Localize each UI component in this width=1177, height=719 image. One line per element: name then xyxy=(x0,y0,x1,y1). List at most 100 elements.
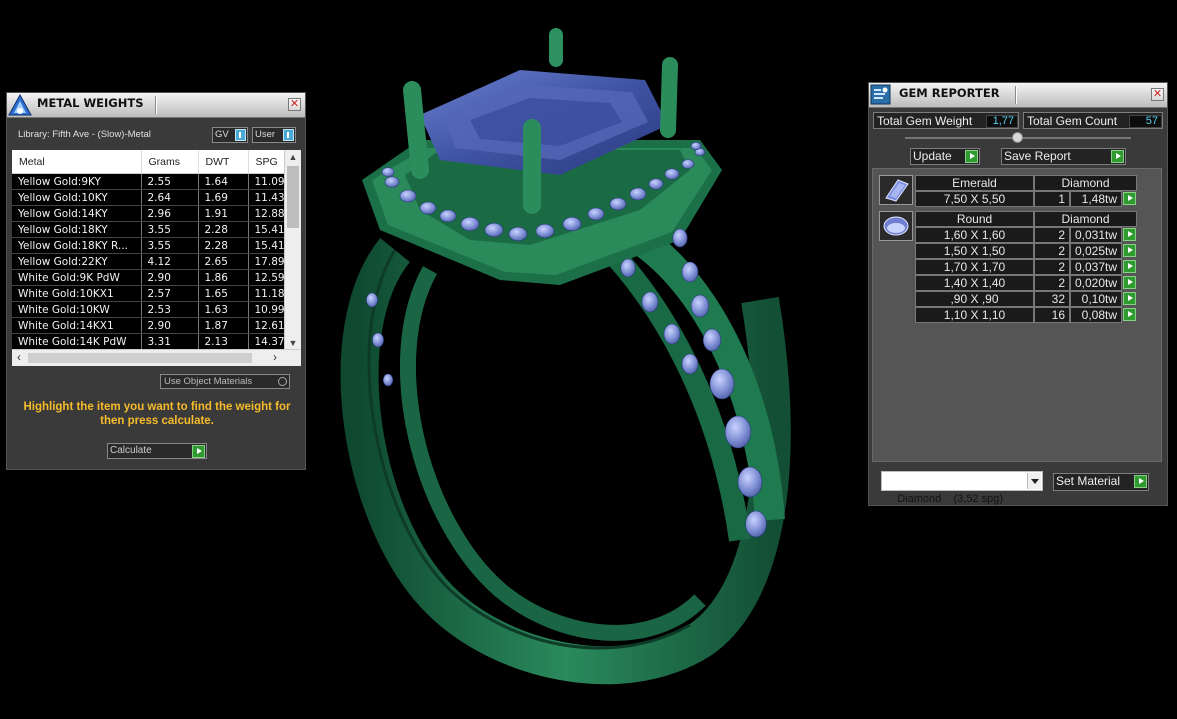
spg-cell: 15.41 xyxy=(248,237,286,254)
spg-cell: 10.99 xyxy=(248,301,286,318)
accent-gem xyxy=(745,510,767,538)
accent-gem xyxy=(690,141,702,151)
vertical-scrollbar[interactable]: ▲ ▼ xyxy=(284,150,301,350)
accent-gem xyxy=(381,167,395,177)
play-arrow-icon[interactable] xyxy=(1134,475,1147,488)
metal-name-cell: Yellow Gold:22KY xyxy=(12,253,142,270)
gem-shape-header: Round xyxy=(915,211,1034,227)
horizontal-scroll-thumb[interactable] xyxy=(28,353,252,363)
instruction-text: Highlight the item you want to find the … xyxy=(23,401,291,427)
spg-cell: 14.37 xyxy=(248,333,286,350)
user-toggle[interactable]: User xyxy=(252,127,296,143)
table-row[interactable]: White Gold:14K PdW 3.31 2.13 14.37 xyxy=(12,333,286,350)
gem-reporter-icon xyxy=(870,84,891,105)
table-row[interactable]: White Gold:10KW 2.53 1.63 10.99 xyxy=(12,301,286,318)
calculate-button[interactable]: Calculate xyxy=(107,443,207,459)
dwt-cell: 1.65 xyxy=(198,285,249,302)
emerald-cut-gem-icon[interactable] xyxy=(879,175,913,205)
metal-weights-panel: METAL WEIGHTS ✕ Library: Fifth Ave - (Sl… xyxy=(6,92,306,470)
gv-toggle-button[interactable] xyxy=(235,129,246,141)
accent-gem xyxy=(366,292,378,308)
gem-reporter-titlebar[interactable]: GEM REPORTER ✕ xyxy=(869,83,1167,108)
scroll-down-arrow-icon[interactable]: ▼ xyxy=(285,336,301,350)
select-gems-arrow-icon[interactable] xyxy=(1123,260,1136,273)
spg-cell: 11.18 xyxy=(248,285,286,302)
gem-material-header: Diamond xyxy=(1034,211,1137,227)
save-report-label: Save Report xyxy=(1004,149,1071,163)
gem-size-cell: 1,50 X 1,50 xyxy=(915,243,1034,259)
table-row[interactable]: Yellow Gold:18KY 3.55 2.28 15.41 xyxy=(12,221,286,238)
accent-gem xyxy=(384,176,400,188)
material-select[interactable]: Diamond (3,52 spg) xyxy=(881,471,1043,505)
dwt-cell: 2.65 xyxy=(198,253,249,270)
gem-count-cell: 32 xyxy=(1034,291,1070,307)
select-gems-arrow-icon[interactable] xyxy=(1123,308,1136,321)
accent-gem xyxy=(664,168,680,180)
accent-gem xyxy=(620,258,636,278)
vertical-scroll-thumb[interactable] xyxy=(287,166,299,228)
gem-count-cell: 2 xyxy=(1034,259,1070,275)
grams-cell: 4.12 xyxy=(141,253,199,270)
accent-gem xyxy=(629,187,647,201)
library-label: Library: Fifth Ave - (Slow)-Metal xyxy=(18,129,151,140)
select-gems-arrow-icon[interactable] xyxy=(1123,192,1136,205)
accent-gem xyxy=(372,332,384,348)
metal-name-cell: Yellow Gold:18KY xyxy=(12,221,142,238)
column-header-metal[interactable]: Metal xyxy=(12,150,142,174)
close-button[interactable]: ✕ xyxy=(1151,88,1164,101)
metal-name-cell: White Gold:9K PdW xyxy=(12,269,142,286)
table-row[interactable]: Yellow Gold:22KY 4.12 2.65 17.89 xyxy=(12,253,286,270)
table-row[interactable]: Yellow Gold:14KY 2.96 1.91 12.88 xyxy=(12,205,286,222)
metal-weights-titlebar[interactable]: METAL WEIGHTS ✕ xyxy=(7,93,305,118)
radio-icon[interactable] xyxy=(278,377,287,386)
column-header-spg[interactable]: SPG xyxy=(248,150,286,174)
gem-weight-cell: 0,10tw xyxy=(1070,291,1122,307)
horizontal-scrollbar[interactable]: ‹ › xyxy=(12,349,301,366)
slider-knob[interactable] xyxy=(1012,132,1023,143)
close-button[interactable]: ✕ xyxy=(288,98,301,111)
user-toggle-label: User xyxy=(255,129,276,140)
total-gem-weight-value: 1,77 xyxy=(986,115,1018,128)
grams-cell: 3.55 xyxy=(141,221,199,238)
play-arrow-icon[interactable] xyxy=(965,150,978,163)
select-gems-arrow-icon[interactable] xyxy=(1123,244,1136,257)
gem-reporter-title: GEM REPORTER xyxy=(899,86,1000,100)
table-row[interactable]: White Gold:14KX1 2.90 1.87 12.61 xyxy=(12,317,286,334)
table-row[interactable]: Yellow Gold:10KY 2.64 1.69 11.43 xyxy=(12,189,286,206)
update-button[interactable]: Update xyxy=(910,148,980,165)
scroll-right-arrow-icon[interactable]: › xyxy=(268,350,282,365)
scroll-left-arrow-icon[interactable]: ‹ xyxy=(12,350,26,365)
metal-name-cell: White Gold:10KX1 xyxy=(12,285,142,302)
scroll-up-arrow-icon[interactable]: ▲ xyxy=(285,150,301,164)
table-row[interactable]: White Gold:10KX1 2.57 1.65 11.18 xyxy=(12,285,286,302)
play-arrow-icon[interactable] xyxy=(1111,150,1124,163)
select-gems-arrow-icon[interactable] xyxy=(1123,292,1136,305)
accent-gem xyxy=(562,216,582,232)
metal-name-cell: Yellow Gold:14KY xyxy=(12,205,142,222)
select-gems-arrow-icon[interactable] xyxy=(1123,276,1136,289)
round-gem-icon[interactable] xyxy=(879,211,913,241)
set-material-button[interactable]: Set Material xyxy=(1053,473,1149,491)
chevron-down-icon[interactable] xyxy=(1027,473,1041,489)
table-row[interactable]: Yellow Gold:18KY R... 3.55 2.28 15.41 xyxy=(12,237,286,254)
column-header-dwt[interactable]: DWT xyxy=(198,150,249,174)
total-gem-weight-label: Total Gem Weight xyxy=(877,114,973,128)
metal-name-cell: White Gold:10KW xyxy=(12,301,142,318)
table-row[interactable]: White Gold:9K PdW 2.90 1.86 12.59 xyxy=(12,269,286,286)
save-report-button[interactable]: Save Report xyxy=(1001,148,1126,165)
play-arrow-icon[interactable] xyxy=(192,445,205,458)
grams-cell: 2.55 xyxy=(141,173,199,190)
spg-cell: 11.43 xyxy=(248,189,286,206)
metal-table-container: Metal Grams DWT SPG Yellow Gold:9KY 2.55 1… xyxy=(12,150,301,366)
table-row[interactable]: Yellow Gold:9KY 2.55 1.64 11.09 xyxy=(12,173,286,190)
gem-weight-cell: 0,08tw xyxy=(1070,307,1122,323)
dwt-cell: 2.28 xyxy=(198,237,249,254)
select-gems-arrow-icon[interactable] xyxy=(1123,228,1136,241)
spg-cell: 12.61 xyxy=(248,317,286,334)
dwt-cell: 1.87 xyxy=(198,317,249,334)
user-toggle-button[interactable] xyxy=(283,129,294,141)
titlebar-divider xyxy=(155,96,157,114)
column-header-grams[interactable]: Grams xyxy=(141,150,199,174)
use-object-materials-toggle[interactable]: Use Object Materials xyxy=(160,374,290,389)
gv-toggle[interactable]: GV xyxy=(212,127,248,143)
